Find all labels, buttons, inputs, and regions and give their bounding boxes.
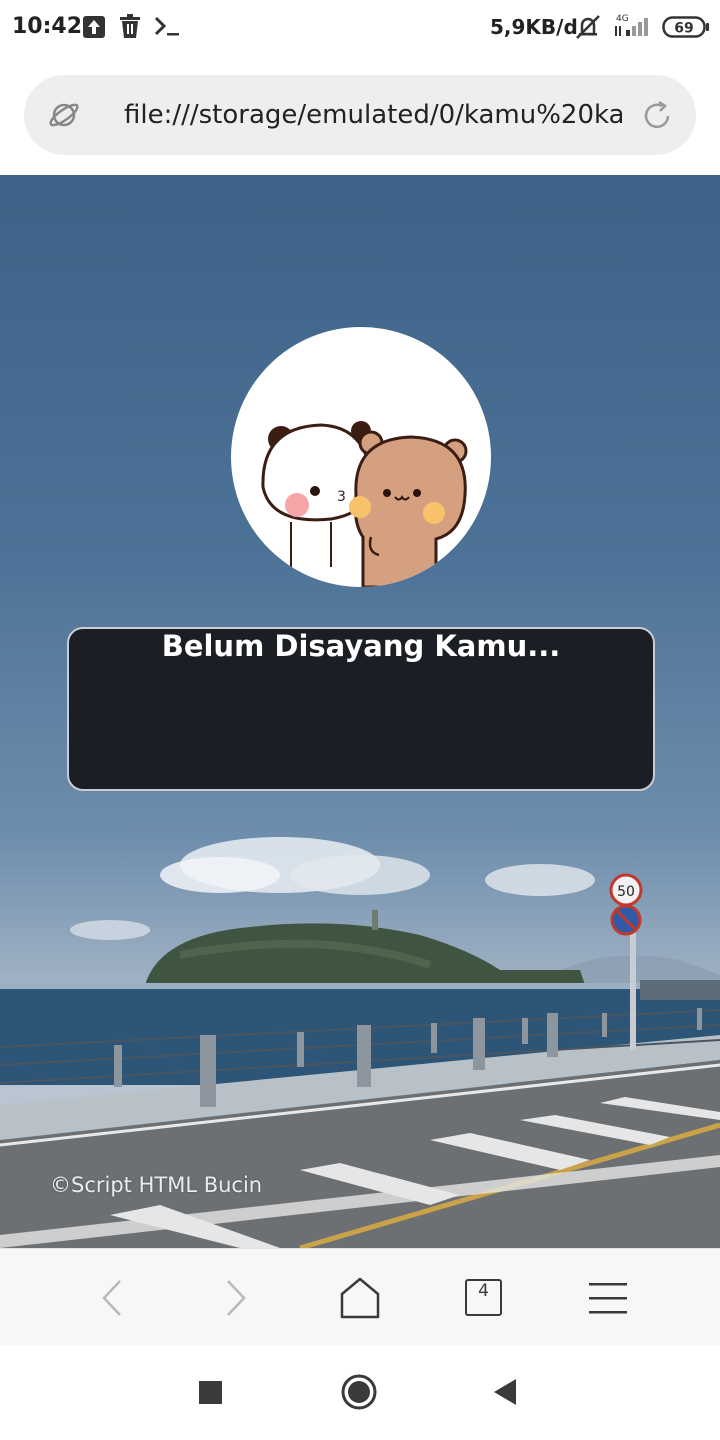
panda-bear-sticker: 3 xyxy=(261,421,468,587)
upload-icon xyxy=(83,14,105,43)
menu-icon xyxy=(589,1282,627,1319)
mute-icon xyxy=(574,14,602,45)
avatar: 3 xyxy=(231,327,491,587)
status-time: 10:42 xyxy=(12,14,83,39)
address-bar[interactable]: file:///storage/emulated/0/kamu%20kapan xyxy=(24,75,696,155)
planet-icon xyxy=(48,99,80,136)
terminal-icon xyxy=(153,14,181,43)
message-card[interactable]: Belum Disayang Kamu... xyxy=(67,627,655,791)
battery-level: 69 xyxy=(674,21,693,37)
trash-icon xyxy=(119,14,141,43)
back-icon xyxy=(100,1279,124,1322)
home-icon xyxy=(340,1277,380,1324)
road-sign-label: 50 xyxy=(617,884,635,900)
web-page-content: 50 3 Belum Disayang Kamu... ©Script HTML… xyxy=(0,175,720,1248)
menu-button[interactable] xyxy=(558,1249,658,1346)
signal-icon: 4G xyxy=(612,12,654,45)
recents-icon[interactable] xyxy=(199,1381,223,1410)
home-button[interactable] xyxy=(310,1249,410,1346)
back-triangle-icon[interactable] xyxy=(492,1378,518,1411)
browser-toolbar: 4 xyxy=(0,1248,720,1345)
status-bar: 10:42 5,9KB/d 4G 69 xyxy=(0,0,720,56)
tabs-icon[interactable]: 4 xyxy=(465,1279,502,1316)
home-circle-icon[interactable] xyxy=(340,1373,378,1416)
forward-icon xyxy=(224,1279,248,1322)
reload-icon[interactable] xyxy=(642,100,672,136)
copyright-text: ©Script HTML Bucin xyxy=(50,1173,263,1197)
url-field[interactable]: file:///storage/emulated/0/kamu%20kapan xyxy=(124,95,622,135)
svg-text:3: 3 xyxy=(337,489,346,505)
back-button[interactable] xyxy=(62,1249,162,1346)
battery-icon: 69 xyxy=(662,16,710,45)
system-navigation-bar xyxy=(0,1345,720,1440)
forward-button[interactable] xyxy=(186,1249,286,1346)
message-text: Belum Disayang Kamu... xyxy=(161,629,561,663)
network-speed: 5,9KB/d xyxy=(490,15,578,39)
network-type-label: 4G xyxy=(616,14,629,24)
